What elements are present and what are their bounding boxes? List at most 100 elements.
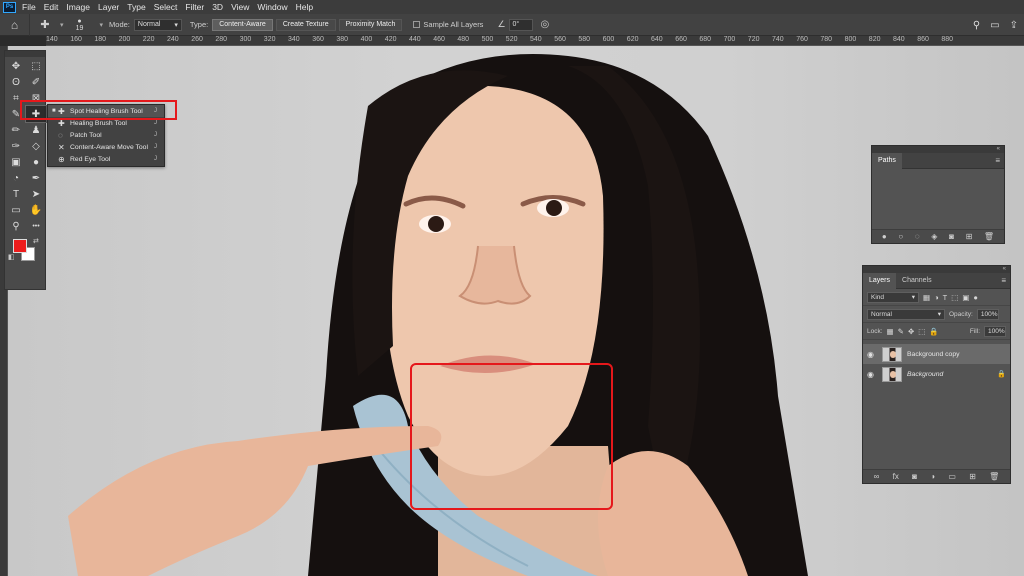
- new-layer-icon[interactable]: ⊞: [969, 472, 976, 481]
- blur-tool-icon[interactable]: ●: [26, 154, 46, 170]
- menu-edit[interactable]: Edit: [44, 2, 59, 12]
- ruler-tick: 580: [578, 36, 591, 43]
- home-icon[interactable]: ⌂: [0, 13, 30, 36]
- menu-type[interactable]: Type: [127, 2, 145, 12]
- photoshop-logo[interactable]: Ps: [3, 1, 16, 13]
- add-mask-icon[interactable]: ◙: [949, 232, 954, 241]
- brush-tool-icon[interactable]: ✏: [6, 122, 26, 138]
- layer-row[interactable]: ◉ Background 🔒: [863, 364, 1010, 384]
- content-aware-button[interactable]: Content-Aware: [212, 18, 273, 31]
- menu-image[interactable]: Image: [66, 2, 90, 12]
- layers-menu-icon[interactable]: ≡: [1001, 276, 1006, 285]
- brush-picker-chevron-icon[interactable]: ▾: [100, 21, 104, 29]
- move-tool-icon[interactable]: ✥: [6, 58, 26, 74]
- foreground-color-swatch[interactable]: [13, 239, 27, 253]
- shortcut-key: J: [154, 132, 157, 138]
- path-selection-tool-icon[interactable]: ➤: [26, 186, 46, 202]
- swap-colors-icon[interactable]: ⇄: [33, 237, 39, 245]
- lock-position-icon[interactable]: ✥: [908, 327, 914, 336]
- menu-file[interactable]: File: [22, 2, 36, 12]
- flyout-item[interactable]: ✕ Content-Aware Move Tool J: [48, 141, 164, 153]
- ruler-tick: 720: [747, 36, 760, 43]
- pen-tool-icon[interactable]: ✒: [26, 170, 46, 186]
- tab-paths[interactable]: Paths: [872, 152, 902, 169]
- menu-window[interactable]: Window: [257, 2, 287, 12]
- clone-stamp-tool-icon[interactable]: ♟: [26, 122, 46, 138]
- link-layers-icon[interactable]: ∞: [874, 472, 880, 481]
- layer-style-icon[interactable]: fx: [893, 472, 899, 481]
- new-path-icon[interactable]: ⊞: [966, 232, 973, 241]
- hand-tool-icon[interactable]: ✋: [26, 202, 46, 218]
- search-icon[interactable]: ⚲: [973, 20, 980, 31]
- layer-row[interactable]: ◉ Background copy: [863, 344, 1010, 364]
- layer-name[interactable]: Background: [907, 371, 992, 378]
- filter-shape-icon[interactable]: ⬚: [951, 293, 958, 302]
- brush-picker[interactable]: ● 19: [70, 18, 90, 32]
- filter-adjust-icon[interactable]: ◑: [934, 293, 939, 302]
- zoom-tool-icon[interactable]: ⚲: [6, 218, 26, 234]
- dodge-tool-icon[interactable]: ◔: [6, 170, 26, 186]
- lock-artboard-icon[interactable]: ⬚: [918, 327, 925, 336]
- proximity-match-button[interactable]: Proximity Match: [338, 18, 403, 31]
- load-selection-icon[interactable]: ◌: [915, 232, 920, 241]
- delete-layer-icon[interactable]: 🗑: [989, 472, 999, 481]
- quick-selection-tool-icon[interactable]: ✐: [26, 74, 46, 90]
- tool-preset-icon[interactable]: ✚: [30, 14, 60, 36]
- menu-3d[interactable]: 3D: [212, 2, 223, 12]
- menu-select[interactable]: Select: [154, 2, 178, 12]
- create-texture-button[interactable]: Create Texture: [275, 18, 336, 31]
- marquee-tool-icon[interactable]: ⬚: [26, 58, 46, 74]
- lock-icon[interactable]: 🔒: [997, 370, 1006, 378]
- delete-path-icon[interactable]: 🗑: [984, 232, 994, 241]
- filter-type-icon[interactable]: T: [943, 293, 948, 302]
- sample-all-layers-checkbox[interactable]: [413, 21, 421, 28]
- lasso-tool-icon[interactable]: ʘ: [6, 74, 26, 90]
- share-icon[interactable]: ⇪: [1010, 20, 1018, 31]
- mode-select[interactable]: Normal ▾: [133, 18, 182, 31]
- filter-toggle-icon[interactable]: ●: [973, 293, 978, 302]
- filter-kind-select[interactable]: Kind ▾: [867, 291, 919, 303]
- panel-menu-icon[interactable]: ≡: [995, 156, 1000, 165]
- pressure-size-icon[interactable]: ◎: [541, 19, 550, 30]
- eraser-tool-icon[interactable]: ◇: [26, 138, 46, 154]
- make-work-path-icon[interactable]: ◈: [931, 232, 937, 241]
- new-group-icon[interactable]: ▭: [948, 472, 956, 481]
- ruler-tick: 840: [893, 36, 905, 43]
- shape-tool-icon[interactable]: ▭: [6, 202, 26, 218]
- ruler-tick: 620: [626, 36, 639, 43]
- opacity-input[interactable]: 100%: [976, 308, 999, 320]
- visibility-eye-icon[interactable]: ◉: [867, 370, 877, 379]
- gradient-tool-icon[interactable]: ▣: [6, 154, 26, 170]
- layers-panel-tabs: Layers Channels ≡: [863, 272, 1010, 289]
- flyout-item[interactable]: ⊕ Red Eye Tool J: [48, 153, 164, 165]
- menu-layer[interactable]: Layer: [98, 2, 119, 12]
- workspace-icon[interactable]: ▭: [990, 20, 999, 31]
- lock-transparent-icon[interactable]: ▦: [887, 327, 894, 336]
- chevron-down-icon[interactable]: ▾: [60, 21, 64, 29]
- visibility-eye-icon[interactable]: ◉: [867, 350, 877, 359]
- type-tool-icon[interactable]: T: [6, 186, 26, 202]
- angle-input[interactable]: 0°: [508, 18, 533, 31]
- filter-smart-icon[interactable]: ▣: [962, 293, 969, 302]
- adjustment-layer-icon[interactable]: ◑: [930, 472, 935, 481]
- layer-name[interactable]: Background copy: [907, 351, 1006, 358]
- menu-filter[interactable]: Filter: [185, 2, 204, 12]
- ruler-tick: 200: [118, 36, 131, 43]
- blend-mode-select[interactable]: Normal ▾: [867, 308, 945, 320]
- opacity-label: Opacity:: [949, 310, 973, 318]
- layer-mask-icon[interactable]: ◙: [912, 472, 917, 481]
- menu-view[interactable]: View: [231, 2, 249, 12]
- default-colors-icon[interactable]: ◧: [8, 253, 15, 261]
- fill-path-icon[interactable]: ●: [882, 232, 887, 241]
- menu-help[interactable]: Help: [296, 2, 313, 12]
- lock-image-icon[interactable]: ✎: [898, 327, 904, 336]
- flyout-item[interactable]: ◌ Patch Tool J: [48, 129, 164, 141]
- tab-channels[interactable]: Channels: [896, 273, 938, 289]
- fill-input[interactable]: 100%: [984, 325, 1006, 337]
- more-tools-icon[interactable]: •••: [26, 218, 46, 234]
- filter-pixel-icon[interactable]: ▦: [923, 293, 930, 302]
- stroke-path-icon[interactable]: ○: [898, 232, 903, 241]
- tab-layers[interactable]: Layers: [863, 272, 897, 289]
- history-brush-tool-icon[interactable]: ✑: [6, 138, 26, 154]
- lock-all-icon[interactable]: 🔒: [929, 327, 938, 336]
